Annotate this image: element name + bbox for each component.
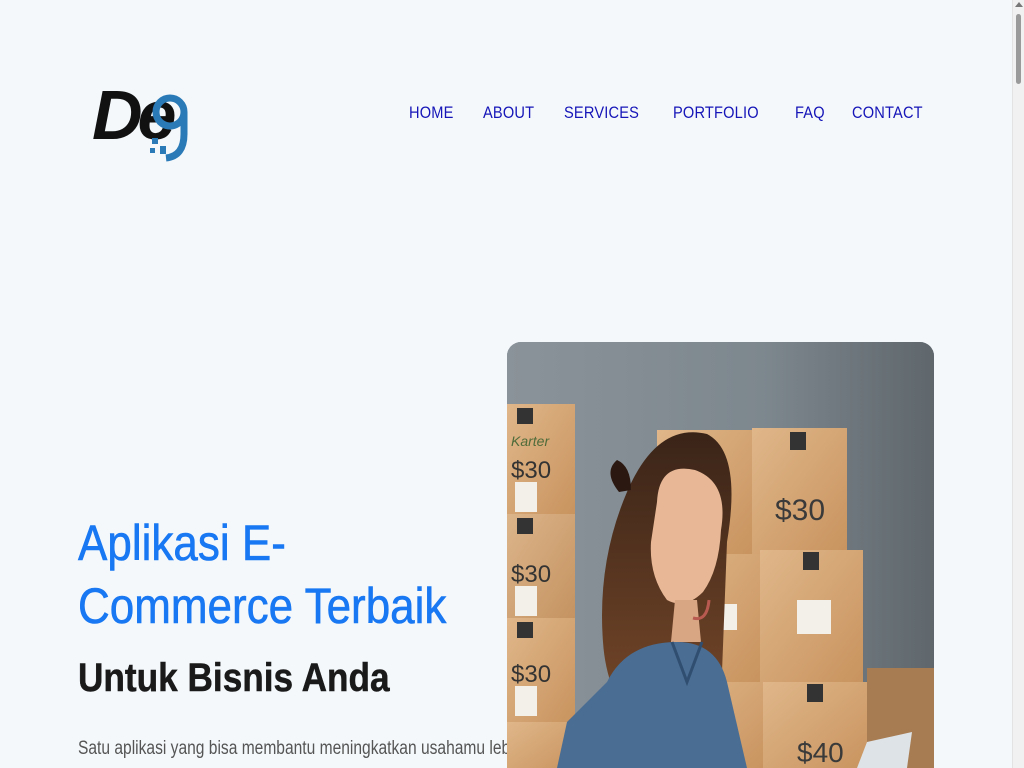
svg-text:$30: $30 — [775, 494, 825, 527]
svg-text:$30: $30 — [511, 457, 551, 484]
main-nav: HOME ABOUT SERVICES PORTFOLIO FAQ CONTAC… — [409, 103, 934, 123]
brand-logo[interactable]: De — [92, 80, 202, 164]
hero-image: Karter $30 $30 $30 $30 $40 — [507, 342, 934, 768]
box-brand-label: Karter — [511, 433, 550, 449]
svg-text:$40: $40 — [797, 737, 844, 768]
hero-description: Satu aplikasi yang bisa membantu meningk… — [78, 738, 523, 759]
nav-faq[interactable]: FAQ — [795, 103, 825, 123]
page: De HOME ABOUT SERVICES PORTFOLIO FAQ CON… — [0, 0, 1012, 768]
svg-text:$30: $30 — [511, 661, 551, 688]
boxes-left: Karter $30 $30 $30 — [507, 404, 575, 768]
nav-portfolio[interactable]: PORTFOLIO — [673, 103, 759, 123]
scroll-up-icon[interactable] — [1015, 2, 1023, 7]
nav-home[interactable]: HOME — [409, 103, 454, 123]
hero-subtitle: Untuk Bisnis Anda — [78, 656, 390, 701]
logo-mark-icon — [150, 94, 188, 162]
hero-title: Aplikasi E-Commerce Terbaik — [78, 515, 447, 635]
vertical-scrollbar[interactable] — [1012, 0, 1024, 768]
hero-illustration: Karter $30 $30 $30 $30 $40 — [507, 342, 934, 768]
nav-contact[interactable]: CONTACT — [852, 103, 923, 123]
svg-text:$30: $30 — [511, 561, 551, 588]
scrollbar-thumb[interactable] — [1016, 14, 1021, 84]
nav-services[interactable]: SERVICES — [564, 103, 639, 123]
nav-about[interactable]: ABOUT — [483, 103, 534, 123]
